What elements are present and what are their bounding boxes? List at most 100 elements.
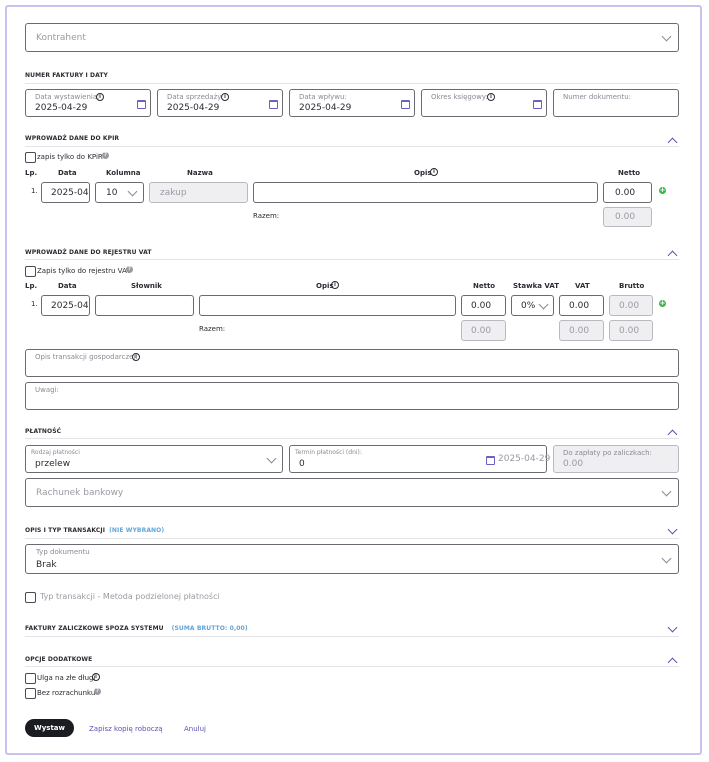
receipt-date-field[interactable]: Data wpływu: 2025-04-29 — [289, 89, 415, 117]
receipt-date-value: 2025-04-29 — [299, 103, 352, 113]
col-vat: VAT — [575, 282, 590, 290]
vat-net-input[interactable]: 0.00 — [461, 295, 506, 316]
sale-date-field[interactable]: Data sprzedaży: i 2025-04-29 — [157, 89, 283, 117]
vat-total-net-value: 0.00 — [471, 326, 492, 336]
col-lp: Lp. — [25, 169, 38, 177]
section-title-advance-text: FAKTURY ZALICZKOWE SPOZA SYSTEMU — [25, 625, 164, 632]
payment-term-label: Termin płatności (dni): — [295, 449, 362, 456]
chevron-down-icon — [661, 553, 672, 564]
calendar-icon[interactable] — [137, 100, 146, 109]
vat-dictionary-input[interactable] — [95, 295, 194, 316]
col-kolumna: Kolumna — [106, 169, 141, 177]
info-icon: i — [92, 673, 100, 681]
section-title-transaction-text: OPIS I TYP TRANSAKCJI — [25, 527, 106, 534]
transaction-description-textarea[interactable]: Opis transakcji gospodarczej: i — [25, 349, 679, 377]
row-number: 1. — [31, 300, 38, 308]
bad-debt-relief-label: Ulga na złe długi — [37, 674, 96, 682]
vat-amount-input[interactable]: 0.00 — [559, 295, 604, 316]
document-type-select[interactable]: Typ dokumentu Brak — [25, 544, 679, 574]
no-settlement-checkbox[interactable] — [25, 688, 36, 699]
divider — [25, 83, 679, 84]
split-payment-checkbox[interactable] — [25, 592, 36, 603]
amount-due-field: Do zapłaty po zaliczkach: 0.00 — [553, 445, 679, 473]
bank-account-placeholder: Rachunek bankowy — [36, 488, 124, 498]
vat-total-vat: 0.00 — [559, 320, 604, 341]
help-icon: ? — [102, 152, 109, 159]
issue-date-value: 2025-04-29 — [35, 103, 88, 113]
kpir-column-value: 10 — [106, 188, 118, 198]
calendar-icon[interactable] — [486, 456, 495, 465]
vat-total-label: Razem: — [199, 325, 226, 333]
kpir-column-select[interactable]: 10 — [95, 182, 144, 203]
col-slownik: Słownik — [131, 282, 162, 290]
divider — [25, 538, 679, 539]
col-netto: Netto — [473, 282, 496, 290]
kpir-only-checkbox[interactable] — [25, 152, 36, 163]
issue-button[interactable]: Wystaw — [25, 719, 74, 737]
save-draft-link[interactable]: Zapisz kopię roboczą — [89, 725, 163, 733]
vat-rate-select[interactable]: 0% — [511, 295, 554, 316]
divider — [25, 438, 679, 439]
kontrahent-select[interactable]: Kontrahent — [25, 23, 679, 52]
vat-gross-input: 0.00 — [609, 295, 653, 316]
calendar-icon[interactable] — [401, 100, 410, 109]
info-icon: i — [221, 93, 229, 101]
vat-rate-value: 0% — [521, 301, 536, 311]
accounting-period-field[interactable]: Okres księgowy: i — [421, 89, 547, 117]
issue-date-label: Data wystawienia: — [35, 93, 100, 101]
notes-textarea[interactable]: Uwagi: — [25, 382, 679, 410]
calendar-icon[interactable] — [533, 100, 542, 109]
vat-only-checkbox[interactable] — [25, 266, 36, 277]
vat-total-vat-value: 0.00 — [569, 326, 590, 336]
sale-date-value: 2025-04-29 — [167, 103, 220, 113]
kpir-date-input[interactable]: 2025-04 — [41, 182, 90, 203]
kpir-net-value: 0.00 — [615, 188, 636, 198]
col-opis: Opis — [414, 169, 432, 177]
cancel-link[interactable]: Anuluj — [184, 725, 206, 733]
kpir-net-input[interactable]: 0.00 — [603, 182, 652, 203]
add-row-icon[interactable]: + — [659, 300, 666, 307]
vat-description-input[interactable] — [199, 295, 456, 316]
kpir-name-input: zakup — [149, 182, 248, 203]
section-title-options: OPCJE DODATKOWE — [25, 656, 93, 663]
bad-debt-relief-checkbox[interactable] — [25, 673, 36, 684]
col-nazwa: Nazwa — [187, 169, 213, 177]
col-brutto: Brutto — [619, 282, 645, 290]
kpir-total-label: Razem: — [253, 212, 280, 220]
section-title-vat: WPROWADŹ DANE DO REJESTRU VAT — [25, 249, 152, 256]
kpir-total-net: 0.00 — [603, 207, 652, 227]
divider — [25, 259, 679, 260]
payment-method-label: Rodzaj płatności — [31, 449, 80, 456]
add-row-icon[interactable]: + — [659, 187, 666, 194]
help-icon: ? — [94, 688, 101, 695]
col-data: Data — [58, 169, 77, 177]
payment-method-value: przelew — [35, 459, 71, 469]
payment-method-select[interactable]: Rodzaj płatności przelew — [25, 445, 283, 473]
not-selected-tag: (NIE WYBRANO) — [109, 527, 165, 534]
issue-date-field[interactable]: Data wystawienia: i 2025-04-29 — [25, 89, 151, 117]
info-icon: i — [430, 168, 438, 176]
vat-date-input[interactable]: 2025-04 — [41, 295, 90, 316]
amount-due-value: 0.00 — [563, 459, 584, 469]
kpir-name-value: zakup — [160, 188, 187, 198]
section-title-payment: PŁATNOŚĆ — [25, 428, 62, 435]
payment-term-field[interactable]: Termin płatności (dni): 0 2025-04-29 — [289, 445, 551, 473]
chevron-down-icon — [127, 186, 138, 197]
chevron-down-icon — [266, 453, 277, 464]
vat-total-gross-value: 0.00 — [619, 326, 640, 336]
vat-total-gross: 0.00 — [609, 320, 653, 341]
divider — [25, 146, 679, 147]
document-number-field[interactable]: Numer dokumentu: — [553, 89, 679, 117]
payment-due-date: 2025-04-29 — [498, 454, 551, 464]
payment-term-value: 0 — [299, 459, 305, 469]
page-frame — [5, 5, 702, 755]
kontrahent-placeholder: Kontrahent — [36, 33, 86, 43]
calendar-icon[interactable] — [269, 100, 278, 109]
gross-sum-tag: (SUMA BRUTTO: 0,00) — [171, 625, 248, 632]
kpir-description-input[interactable] — [253, 182, 598, 203]
split-payment-label: Typ transakcji - Metoda podzielonej płat… — [40, 592, 220, 601]
col-stawka: Stawka VAT — [513, 282, 559, 290]
chevron-down-icon — [661, 486, 672, 497]
bank-account-select[interactable]: Rachunek bankowy — [25, 478, 679, 507]
amount-due-label: Do zapłaty po zaliczkach: — [563, 449, 652, 457]
